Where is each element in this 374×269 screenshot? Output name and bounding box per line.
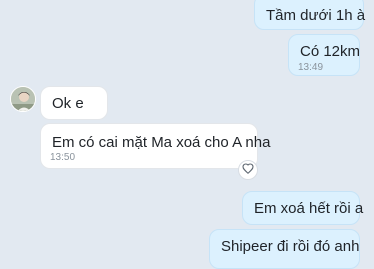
message-text: Có 12km	[300, 43, 361, 60]
message-bubble-outgoing[interactable]: Em xoá hết rồi a	[242, 191, 364, 225]
heart-outline-icon	[242, 161, 254, 179]
message-text: Ok e	[52, 95, 84, 112]
react-heart-button[interactable]	[238, 160, 258, 180]
message-bubble-incoming[interactable]: Ok e	[40, 86, 108, 120]
message-bubble-outgoing[interactable]: Tầm dưới 1h à	[254, 0, 366, 30]
message-text: Tầm dưới 1h à	[266, 7, 366, 24]
message-bubble-outgoing[interactable]: Có 12km 13:49	[288, 34, 360, 76]
message-bubble-outgoing[interactable]: Shipeer đi rồi đó anh	[209, 229, 360, 269]
message-text: Shipeer đi rồi đó anh	[221, 238, 360, 255]
message-bubble-incoming[interactable]: Em có cai mặt Ma xoá cho A nha 13:50	[40, 123, 270, 169]
contact-avatar[interactable]	[10, 86, 36, 112]
message-timestamp: 13:49	[298, 62, 324, 73]
message-timestamp: 13:50	[50, 152, 76, 163]
message-text: Em xoá hết rồi a	[254, 200, 364, 217]
message-text: Em có cai mặt Ma xoá cho A nha	[52, 134, 271, 151]
